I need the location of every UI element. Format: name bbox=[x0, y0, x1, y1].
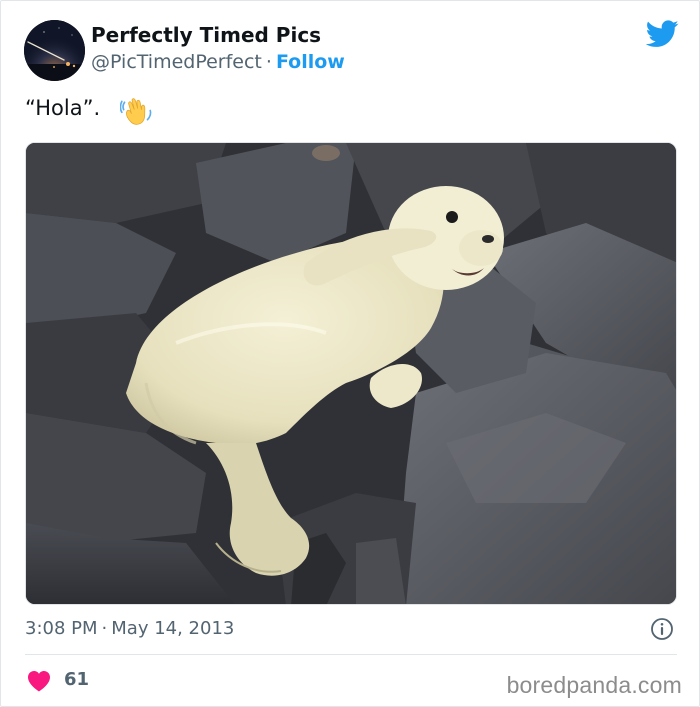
timestamp-separator: · bbox=[101, 618, 108, 639]
author-handle[interactable]: @PicTimedPerfect bbox=[91, 51, 262, 73]
author-avatar[interactable] bbox=[24, 20, 85, 81]
like-count[interactable]: 61 bbox=[64, 669, 89, 690]
divider bbox=[25, 654, 677, 655]
tweet-date: May 14, 2013 bbox=[111, 618, 235, 639]
author-handle-row: @PicTimedPerfect · Follow bbox=[91, 51, 345, 73]
tweet-text: “Hola”. bbox=[25, 96, 101, 120]
waving-hand-icon bbox=[120, 98, 152, 125]
twitter-bird-icon[interactable] bbox=[646, 19, 679, 49]
tweet-timestamp[interactable]: 3:08 PM · May 14, 2013 bbox=[25, 618, 234, 639]
tweet-time: 3:08 PM bbox=[25, 618, 98, 639]
tweet-photo[interactable] bbox=[25, 142, 677, 605]
watermark: boredpanda.com bbox=[506, 672, 682, 698]
info-icon[interactable] bbox=[650, 617, 674, 641]
author-display-name[interactable]: Perfectly Timed Pics bbox=[91, 23, 321, 47]
follow-button[interactable]: Follow bbox=[276, 51, 345, 73]
handle-separator: · bbox=[265, 51, 272, 73]
heart-icon[interactable] bbox=[27, 670, 51, 692]
tweet-card: Perfectly Timed Pics @PicTimedPerfect · Fo… bbox=[0, 0, 700, 707]
